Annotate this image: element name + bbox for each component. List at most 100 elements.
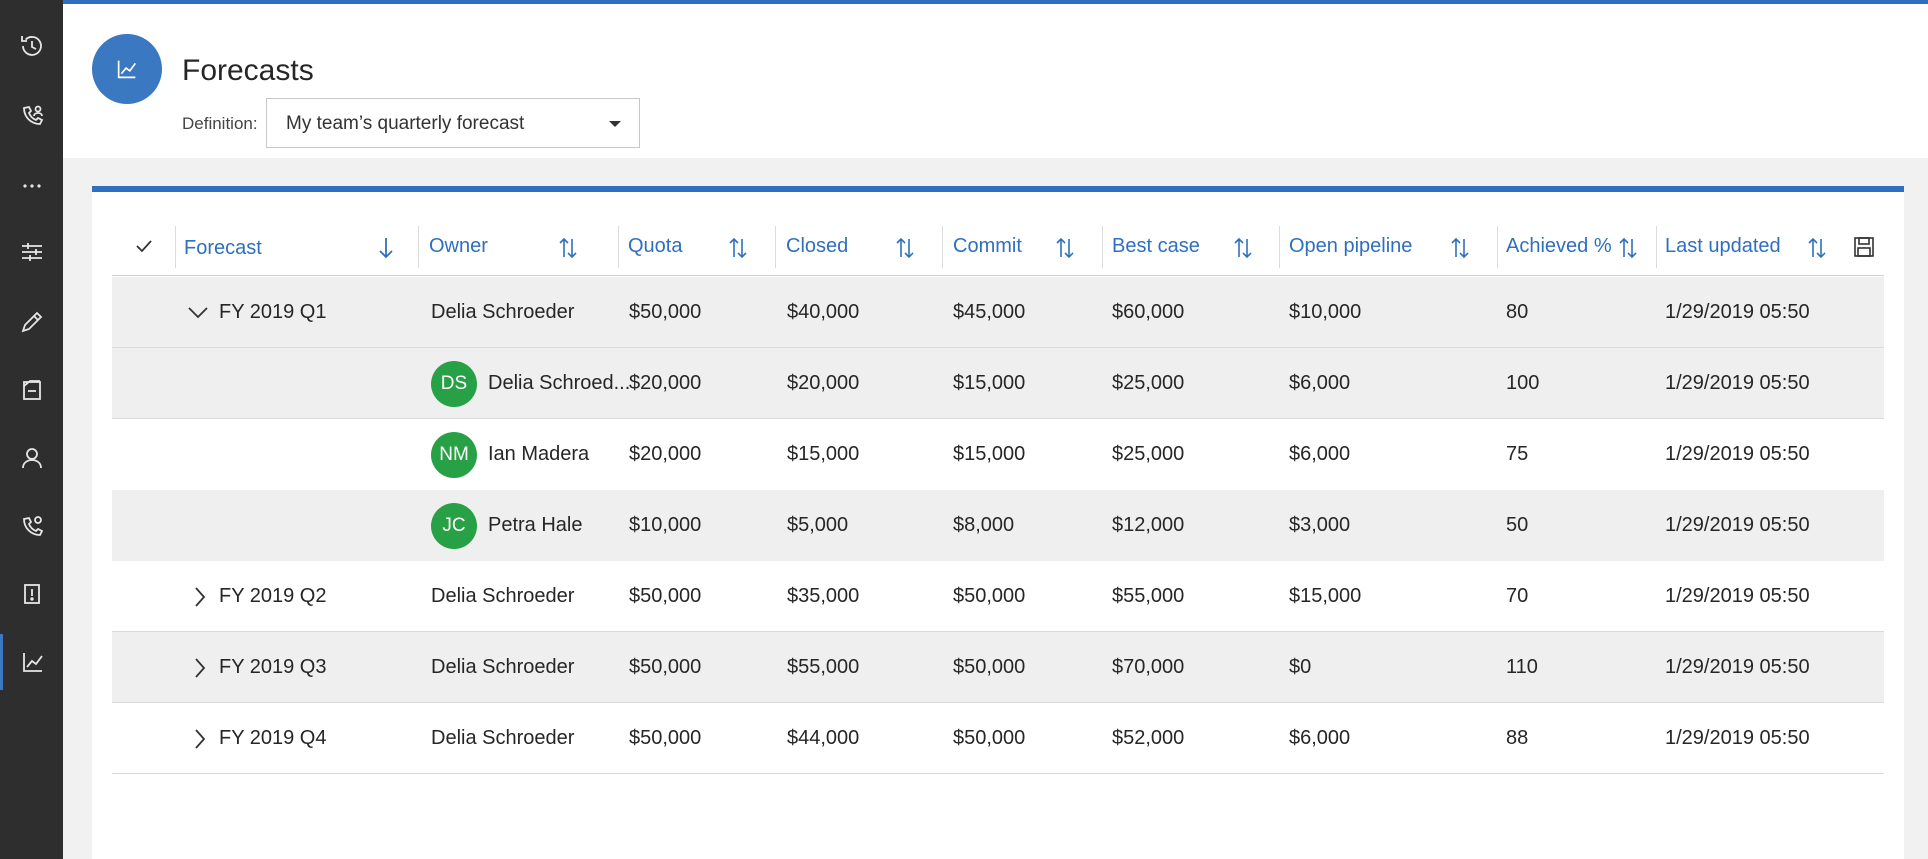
forecast-cell[interactable]: FY 2019 Q3 xyxy=(219,632,326,703)
column-header-quota[interactable]: Quota xyxy=(628,216,682,276)
avatar: NM xyxy=(431,432,477,478)
forecast-cell[interactable]: FY 2019 Q4 xyxy=(219,703,326,774)
forecast-cell[interactable]: FY 2019 Q2 xyxy=(219,561,326,632)
last-updated-cell: 1/29/2019 05:50 xyxy=(1665,443,1810,465)
caret-down-icon xyxy=(609,121,621,127)
best-case-cell: $60,000 xyxy=(1112,301,1185,323)
open-pipeline-cell: $15,000 xyxy=(1289,585,1362,607)
table-row[interactable]: NM Ian Madera $20,000 $15,000 $15,000 $2… xyxy=(112,419,1884,490)
table-row[interactable]: FY 2019 Q3 Delia Schroeder $50,000 $55,0… xyxy=(112,632,1884,703)
chevron-right-icon[interactable] xyxy=(194,561,206,632)
last-updated-cell: 1/29/2019 05:50 xyxy=(1665,585,1810,607)
sort-icon[interactable] xyxy=(895,236,915,260)
closed-cell: $44,000 xyxy=(787,727,860,749)
column-header-closed[interactable]: Closed xyxy=(786,216,848,276)
sliders-icon[interactable] xyxy=(0,224,63,280)
achieved-cell: 88 xyxy=(1506,727,1529,749)
open-pipeline-cell: $10,000 xyxy=(1289,301,1362,323)
sort-icon[interactable] xyxy=(1450,236,1470,260)
column-header-achieved[interactable]: Achieved % xyxy=(1506,216,1612,276)
quota-cell: $20,000 xyxy=(629,443,702,465)
chevron-down-icon[interactable] xyxy=(187,277,209,348)
notebook-icon[interactable] xyxy=(0,362,63,418)
closed-cell: $15,000 xyxy=(787,443,860,465)
more-icon[interactable] xyxy=(0,158,63,214)
best-case-cell: $55,000 xyxy=(1112,585,1185,607)
table-row[interactable]: FY 2019 Q1 Delia Schroeder $50,000 $40,0… xyxy=(112,277,1884,348)
achieved-cell: 70 xyxy=(1506,585,1529,607)
chevron-right-icon[interactable] xyxy=(194,632,206,703)
chevron-right-icon[interactable] xyxy=(194,703,206,774)
select-all-check-icon[interactable] xyxy=(134,216,154,276)
page-title: Forecasts xyxy=(182,54,314,87)
closed-cell: $5,000 xyxy=(787,514,849,536)
achieved-cell: 80 xyxy=(1506,301,1529,323)
column-header-open-pipeline[interactable]: Open pipeline xyxy=(1289,216,1412,276)
closed-cell: $40,000 xyxy=(787,301,860,323)
quota-cell: $10,000 xyxy=(629,514,702,536)
commit-cell: $45,000 xyxy=(953,301,1026,323)
quota-cell: $50,000 xyxy=(629,727,702,749)
achieved-cell: 75 xyxy=(1506,443,1529,465)
sort-icon[interactable] xyxy=(728,236,748,260)
commit-cell: $50,000 xyxy=(953,585,1026,607)
column-header-last-updated[interactable]: Last updated xyxy=(1665,216,1781,276)
history-icon[interactable] xyxy=(0,18,63,74)
last-updated-cell: 1/29/2019 05:50 xyxy=(1665,727,1810,749)
page-header: Forecasts Definition: My team’s quarterl… xyxy=(63,4,1928,158)
phone-settings-icon[interactable] xyxy=(0,498,63,554)
forecast-grid-panel: Forecast Owner Quota Closed Commit Best … xyxy=(92,186,1904,859)
chart-icon[interactable] xyxy=(0,634,63,690)
sort-icon[interactable] xyxy=(1618,236,1638,260)
pencil-icon[interactable] xyxy=(0,294,63,350)
definition-dropdown[interactable]: My team’s quarterly forecast xyxy=(266,98,640,148)
open-pipeline-cell: $6,000 xyxy=(1289,443,1351,465)
open-pipeline-cell: $0 xyxy=(1289,656,1312,678)
best-case-cell: $70,000 xyxy=(1112,656,1185,678)
left-nav-rail xyxy=(0,0,63,859)
closed-cell: $35,000 xyxy=(787,585,860,607)
last-updated-cell: 1/29/2019 05:50 xyxy=(1665,656,1810,678)
commit-cell: $15,000 xyxy=(953,443,1026,465)
column-header-commit[interactable]: Commit xyxy=(953,216,1022,276)
phone-contact-icon[interactable] xyxy=(0,88,63,144)
down-arrow-icon[interactable] xyxy=(376,236,396,260)
sort-icon[interactable] xyxy=(558,236,578,260)
best-case-cell: $52,000 xyxy=(1112,727,1185,749)
closed-cell: $55,000 xyxy=(787,656,860,678)
column-header-best-case[interactable]: Best case xyxy=(1112,216,1200,276)
owner-cell[interactable]: Petra Hale xyxy=(488,490,583,561)
column-header-forecast[interactable]: Forecast xyxy=(184,218,262,278)
owner-cell: Delia Schroeder xyxy=(431,585,575,607)
open-pipeline-cell: $3,000 xyxy=(1289,514,1351,536)
grid-header-row: Forecast Owner Quota Closed Commit Best … xyxy=(112,216,1884,276)
sort-icon[interactable] xyxy=(1055,236,1075,260)
table-row[interactable]: FY 2019 Q4 Delia Schroeder $50,000 $44,0… xyxy=(112,703,1884,774)
person-icon[interactable] xyxy=(0,430,63,486)
last-updated-cell: 1/29/2019 05:50 xyxy=(1665,372,1810,394)
table-row[interactable]: JC Petra Hale $10,000 $5,000 $8,000 $12,… xyxy=(112,490,1884,561)
last-updated-cell: 1/29/2019 05:50 xyxy=(1665,514,1810,536)
column-header-owner[interactable]: Owner xyxy=(429,216,488,276)
definition-value: My team’s quarterly forecast xyxy=(286,113,525,134)
sort-icon[interactable] xyxy=(1233,236,1253,260)
best-case-cell: $25,000 xyxy=(1112,372,1185,394)
owner-cell: Delia Schroeder xyxy=(431,727,575,749)
owner-cell: Delia Schroeder xyxy=(431,656,575,678)
definition-label: Definition: xyxy=(182,114,258,133)
table-row[interactable]: DS Delia Schroed... $20,000 $20,000 $15,… xyxy=(112,348,1884,419)
sort-icon[interactable] xyxy=(1807,236,1827,260)
open-pipeline-cell: $6,000 xyxy=(1289,372,1351,394)
owner-cell[interactable]: Delia Schroed... xyxy=(488,348,630,419)
owner-cell[interactable]: Ian Madera xyxy=(488,419,589,490)
quota-cell: $50,000 xyxy=(629,656,702,678)
closed-cell: $20,000 xyxy=(787,372,860,394)
table-row[interactable]: FY 2019 Q2 Delia Schroeder $50,000 $35,0… xyxy=(112,561,1884,632)
quota-cell: $50,000 xyxy=(629,585,702,607)
achieved-cell: 50 xyxy=(1506,514,1529,536)
chart-icon xyxy=(92,34,162,104)
forecast-cell[interactable]: FY 2019 Q1 xyxy=(219,277,326,348)
save-icon[interactable] xyxy=(1853,236,1875,258)
alert-document-icon[interactable] xyxy=(0,566,63,622)
avatar: DS xyxy=(431,361,477,407)
